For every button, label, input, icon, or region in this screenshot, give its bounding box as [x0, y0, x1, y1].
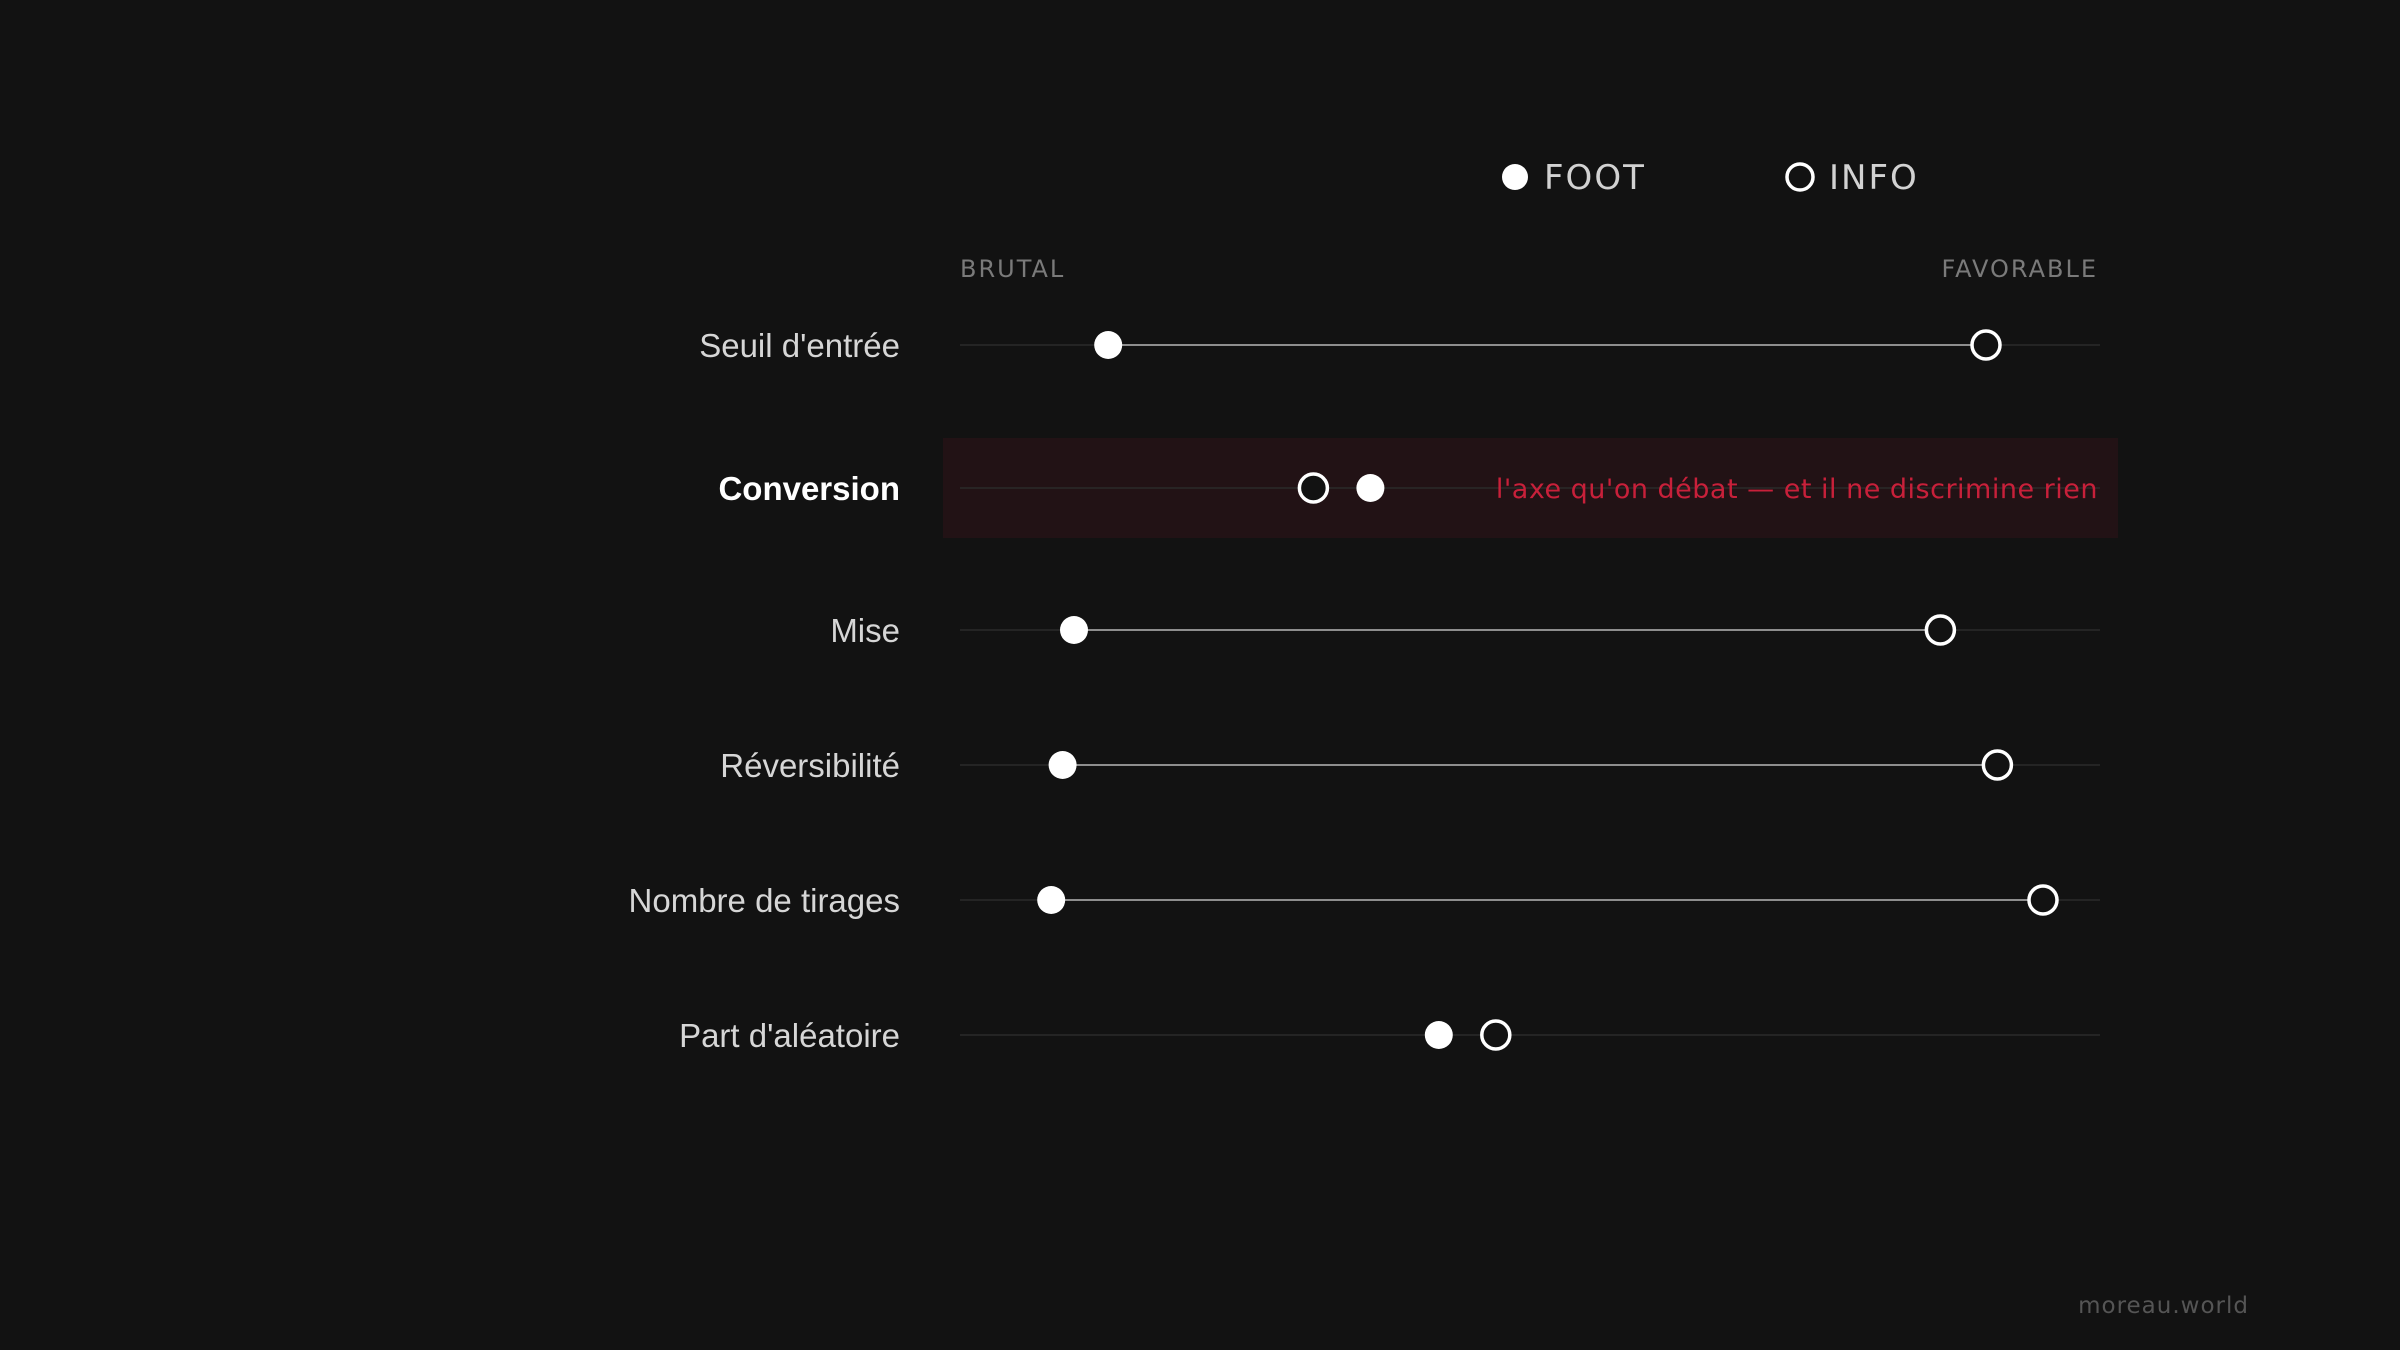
chart-row: Part d'aléatoire: [679, 1017, 2100, 1054]
chart-rows: Seuil d'entrée Conversion l'axe qu'on déba…: [629, 327, 2118, 1054]
axis-high-label: FAVORABLE: [1942, 255, 2099, 283]
foot-point: [1424, 1021, 1453, 1049]
dumbbell-chart: FOOT INFO BRUTAL FAVORABLE Seuil d'entré…: [629, 158, 2249, 1319]
credit-text: moreau.world: [2078, 1293, 2249, 1319]
info-point: [2027, 884, 2059, 916]
chart-row: Mise: [830, 612, 2100, 649]
chart-legend: FOOT INFO: [1502, 158, 1919, 198]
foot-point: [1048, 751, 1077, 779]
chart-row: Seuil d'entrée: [699, 327, 2100, 364]
foot-point: [1037, 886, 1066, 914]
row-annotation: l'axe qu'on débat — et il ne discrimine …: [1496, 474, 2098, 505]
info-point: [1970, 329, 2002, 361]
row-label: Conversion: [718, 470, 900, 507]
info-point: [1981, 749, 2014, 781]
row-label: Nombre de tirages: [629, 882, 900, 919]
chart-row: Réversibilité: [720, 747, 2100, 784]
row-label: Réversibilité: [720, 747, 900, 784]
legend-foot-marker: [1502, 164, 1528, 190]
chart-row: Nombre de tirages: [629, 882, 2100, 919]
foot-point: [1060, 616, 1088, 644]
info-point: [1297, 472, 1330, 504]
legend-info-label: INFO: [1829, 158, 1919, 198]
row-label: Mise: [830, 612, 900, 649]
info-point: [1924, 614, 1957, 646]
axis-low-label: BRUTAL: [960, 255, 1065, 283]
legend-info-marker: [1785, 162, 1815, 192]
row-label: Seuil d'entrée: [699, 327, 900, 364]
info-point: [1480, 1019, 1512, 1051]
chart-row: Conversion l'axe qu'on débat — et il ne d…: [718, 438, 2118, 538]
legend-foot-label: FOOT: [1544, 158, 1646, 198]
foot-point: [1356, 474, 1385, 502]
row-label: Part d'aléatoire: [679, 1017, 900, 1054]
foot-point: [1094, 331, 1123, 359]
